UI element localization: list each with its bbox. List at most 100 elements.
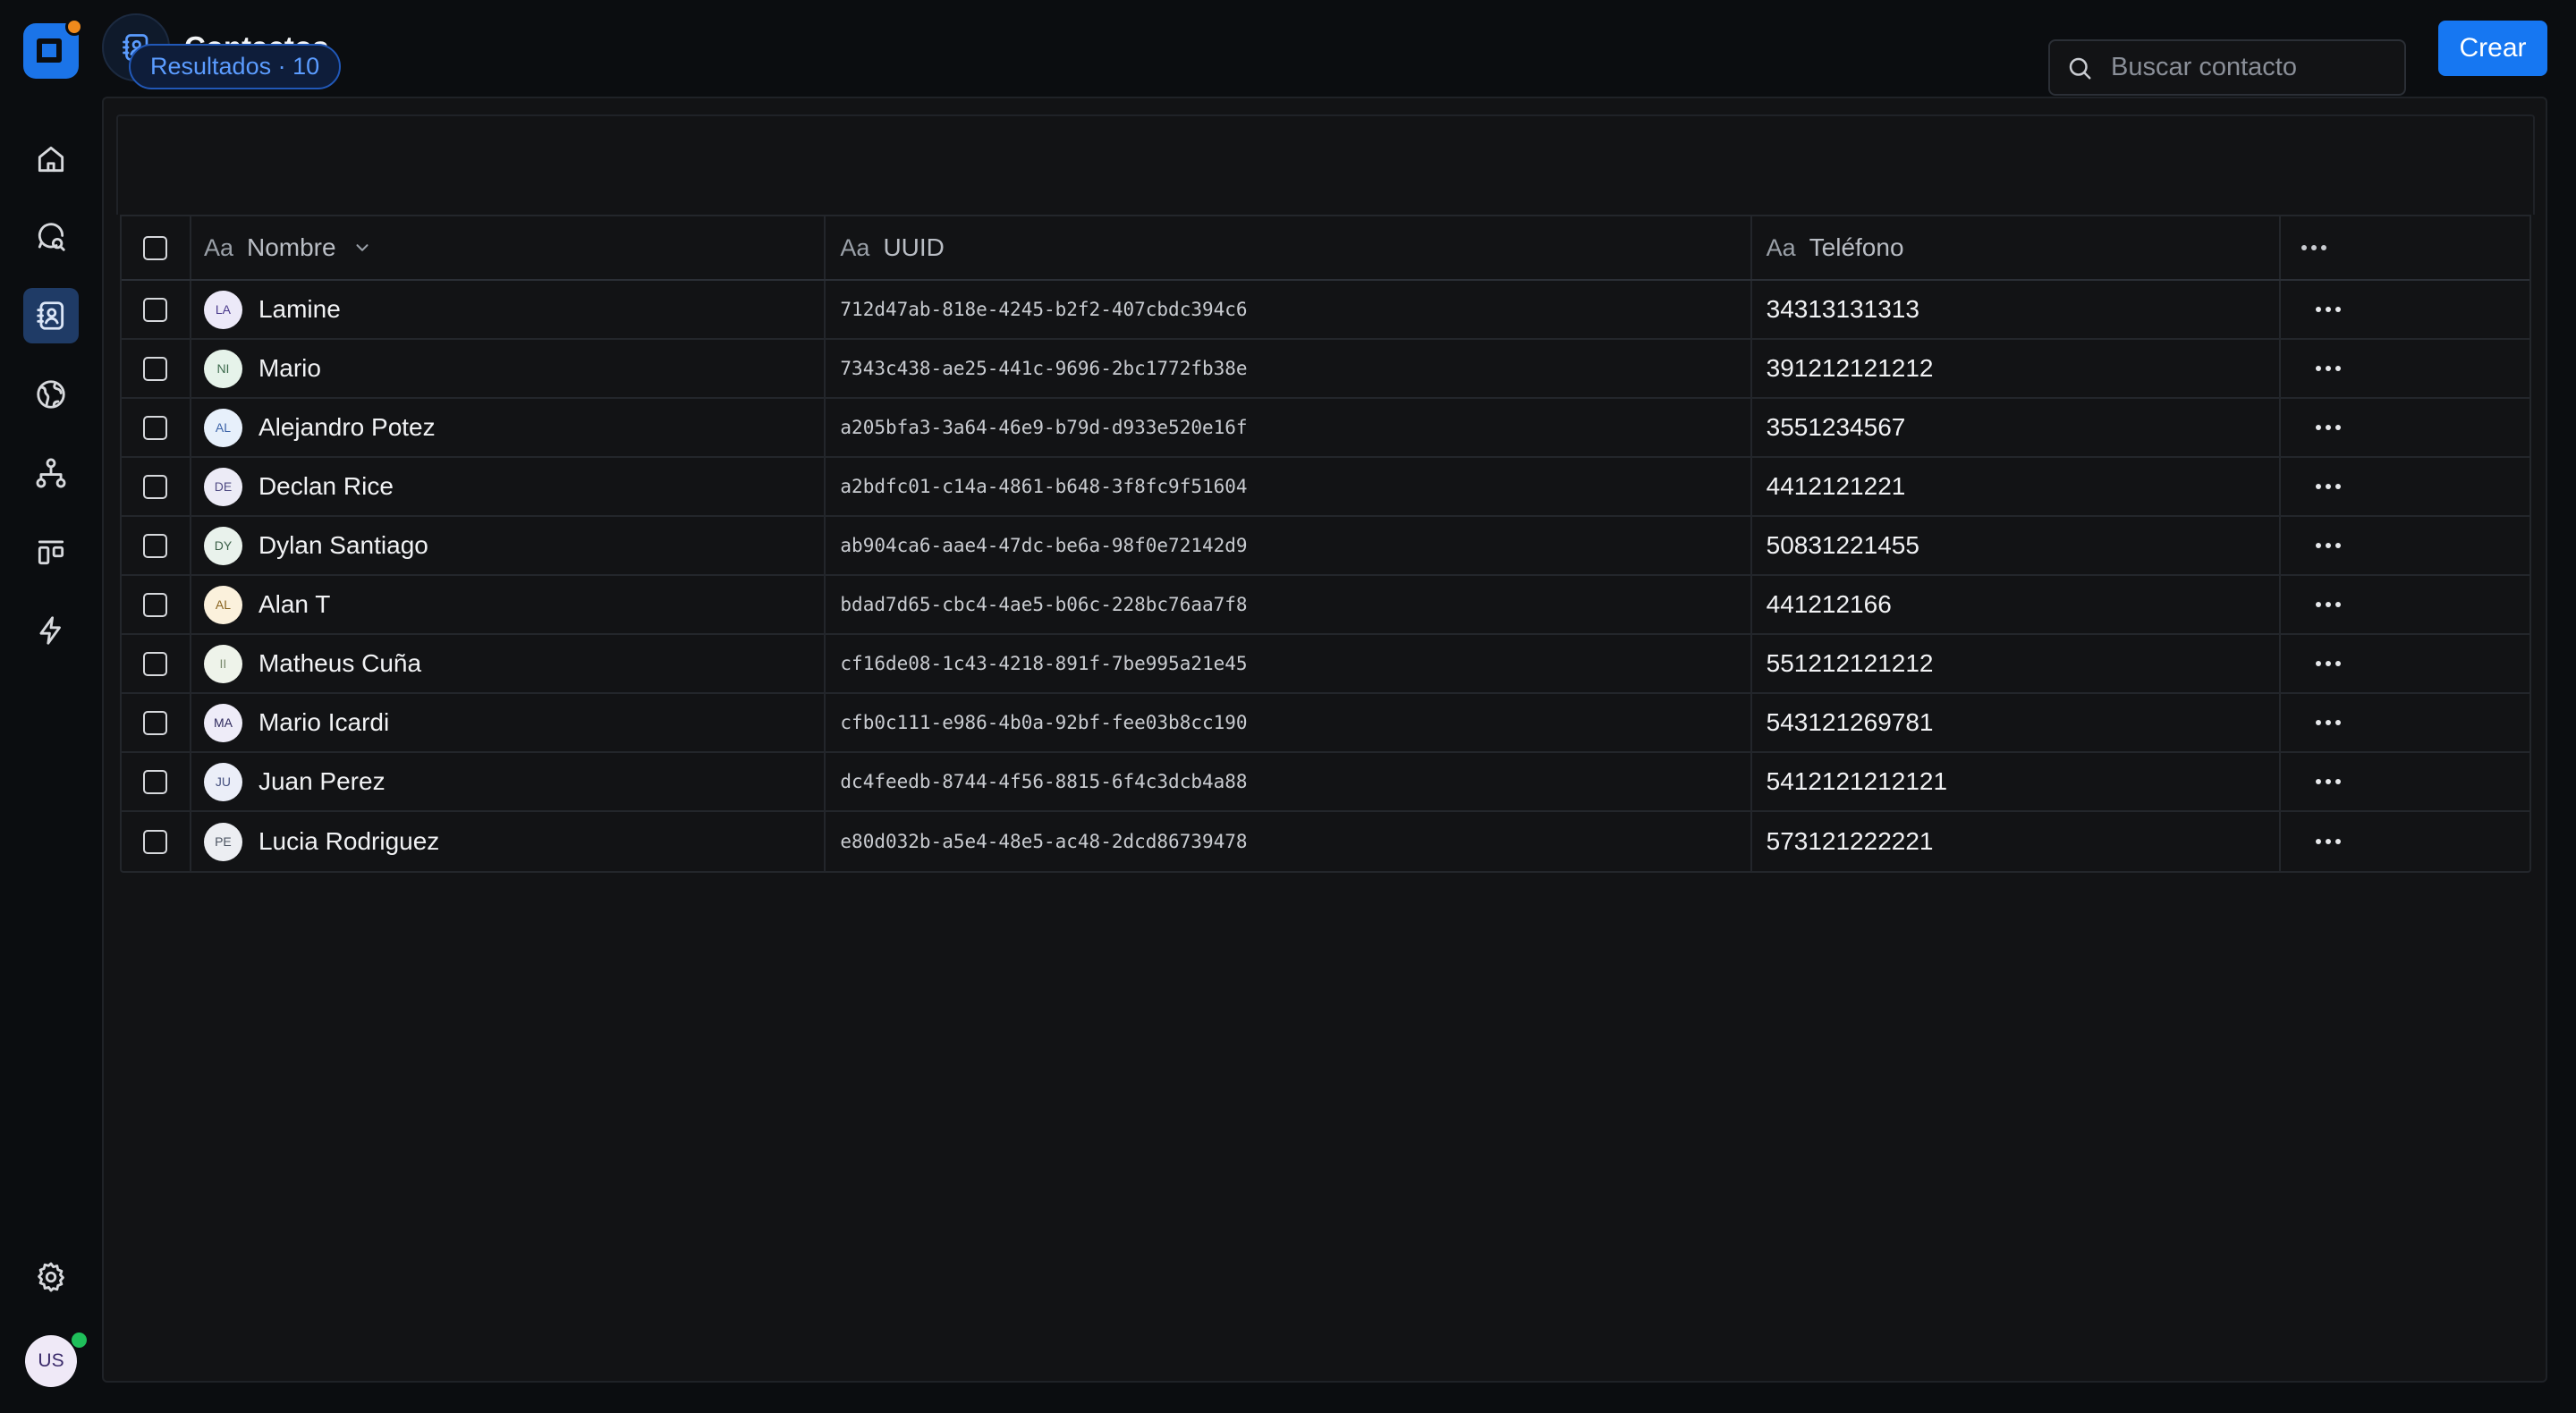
row-checkbox[interactable] [143,651,168,676]
sidebar-item-contacts[interactable] [23,288,79,343]
name-cell: DY Dylan Santiago [191,517,826,574]
row-checkbox[interactable] [143,592,168,617]
table-row[interactable]: DY Dylan Santiago ab904ca6-aae4-47dc-be6a-… [122,517,2529,576]
row-select-cell [122,694,191,751]
contact-uuid: 7343c438-ae25-441c-9696-2bc1772fb38e [840,358,1248,379]
contact-name[interactable]: Lucia Rodriguez [258,827,439,856]
contact-name[interactable]: Mario Icardi [258,708,389,737]
dot [2316,720,2322,725]
row-checkbox[interactable] [143,769,168,794]
sidebar-item-home[interactable] [23,131,79,187]
actions-cell [2281,753,2529,810]
dot [2326,839,2332,844]
phone-cell: 543121269781 [1752,694,2282,751]
select-all-checkbox[interactable] [143,235,168,260]
contact-uuid: dc4feedb-8744-4f56-8815-6f4c3dcb4a88 [840,771,1248,792]
sidebar-item-board[interactable] [23,524,79,580]
column-header-uuid[interactable]: Aa UUID [826,216,1752,279]
row-select-cell [122,281,191,338]
contact-uuid: cf16de08-1c43-4218-891f-7be995a21e45 [840,653,1248,674]
more-options-icon[interactable] [2313,422,2343,433]
settings-button[interactable] [23,1249,79,1305]
contact-name[interactable]: Matheus Cuña [258,649,421,678]
contact-name[interactable]: Juan Perez [258,767,386,796]
row-select-cell [122,635,191,692]
contact-name-wrap: DE Declan Rice [203,467,394,506]
column-header-name[interactable]: Aa Nombre [191,216,826,279]
contact-phone: 551212121212 [1766,649,1934,677]
uuid-cell: a205bfa3-3a64-46e9-b79d-d933e520e16f [826,399,1752,456]
row-checkbox[interactable] [143,710,168,735]
table-row[interactable]: II Matheus Cuña cf16de08-1c43-4218-891f-7b… [122,635,2529,694]
row-checkbox[interactable] [143,297,168,322]
search-input[interactable] [2111,53,2397,82]
contact-uuid: bdad7d65-cbc4-4ae5-b06c-228bc76aa7f8 [840,594,1248,615]
table-row[interactable]: MA Mario Icardi cfb0c111-e986-4b0a-92bf-fe… [122,694,2529,753]
row-select-cell [122,753,191,810]
contact-name[interactable]: Mario [258,354,321,383]
table-row[interactable]: AL Alan T bdad7d65-cbc4-4ae5-b06c-228bc76a… [122,576,2529,635]
uuid-cell: cf16de08-1c43-4218-891f-7be995a21e45 [826,635,1752,692]
column-header-phone[interactable]: Aa Teléfono [1752,216,2282,279]
row-checkbox[interactable] [143,474,168,499]
name-cell: MA Mario Icardi [191,694,826,751]
contact-name[interactable]: Lamine [258,295,341,324]
search-box[interactable] [2048,39,2406,96]
contact-name[interactable]: Declan Rice [258,472,394,501]
contact-phone: 441212166 [1766,590,1892,618]
actions-cell [2281,635,2529,692]
table-row[interactable]: AL Alejandro Potez a205bfa3-3a64-46e9-b79d… [122,399,2529,458]
row-select-cell [122,812,191,871]
more-options-icon[interactable] [2313,717,2343,728]
dot [2316,307,2322,312]
more-options-icon[interactable] [2313,304,2343,315]
contact-name[interactable]: Alejandro Potez [258,413,436,442]
create-button[interactable]: Crear [2438,21,2547,76]
more-options-icon[interactable] [2313,363,2343,374]
dot [2326,779,2332,784]
table-row[interactable]: LA Lamine 712d47ab-818e-4245-b2f2-407cbdc3… [122,281,2529,340]
row-checkbox[interactable] [143,533,168,558]
row-checkbox[interactable] [143,415,168,440]
dot [2316,425,2322,430]
home-icon [38,146,64,173]
more-options-icon[interactable] [2313,836,2343,847]
table-row[interactable]: NI Mario 7343c438-ae25-441c-9696-2bc1772fb… [122,340,2529,399]
user-avatar[interactable]: US [25,1335,77,1387]
sidebar-item-org[interactable] [23,445,79,501]
more-options-icon[interactable] [2313,599,2343,610]
uuid-cell: e80d032b-a5e4-48e5-ac48-2dcd86739478 [826,812,1752,871]
avatar: DY [203,526,242,565]
row-checkbox[interactable] [143,829,168,854]
name-cell: II Matheus Cuña [191,635,826,692]
row-select-cell [122,517,191,574]
more-options-icon[interactable] [2313,776,2343,787]
more-options-icon[interactable] [2313,540,2343,551]
more-options-icon[interactable] [2313,658,2343,669]
sidebar-item-conversations[interactable] [23,209,79,265]
sidebar-item-automations[interactable] [23,603,79,658]
row-checkbox[interactable] [143,356,168,381]
contact-name[interactable]: Dylan Santiago [258,531,428,560]
sidebar-item-globe[interactable] [23,367,79,422]
actions-cell [2281,517,2529,574]
phone-cell: 34313131313 [1752,281,2282,338]
table-row[interactable]: PE Lucia Rodriguez e80d032b-a5e4-48e5-ac48… [122,812,2529,871]
column-label-name: Nombre [246,233,336,261]
more-options-icon[interactable] [2299,242,2329,253]
contact-phone: 573121222221 [1766,827,1934,855]
table-row[interactable]: DE Declan Rice a2bdfc01-c14a-4861-b648-3f8… [122,458,2529,517]
contact-name-wrap: II Matheus Cuña [203,644,421,683]
uuid-cell: 712d47ab-818e-4245-b2f2-407cbdc394c6 [826,281,1752,338]
actions-cell [2281,458,2529,515]
dot [2326,720,2332,725]
dot [2335,602,2342,607]
avatar: AL [203,408,242,447]
contact-uuid: cfb0c111-e986-4b0a-92bf-fee03b8cc190 [840,712,1248,733]
dot [2335,307,2342,312]
chevron-down-icon[interactable] [352,238,372,258]
app-logo[interactable] [23,18,83,79]
more-options-icon[interactable] [2313,481,2343,492]
contact-name[interactable]: Alan T [258,590,330,619]
table-row[interactable]: JU Juan Perez dc4feedb-8744-4f56-8815-6f4c… [122,753,2529,812]
